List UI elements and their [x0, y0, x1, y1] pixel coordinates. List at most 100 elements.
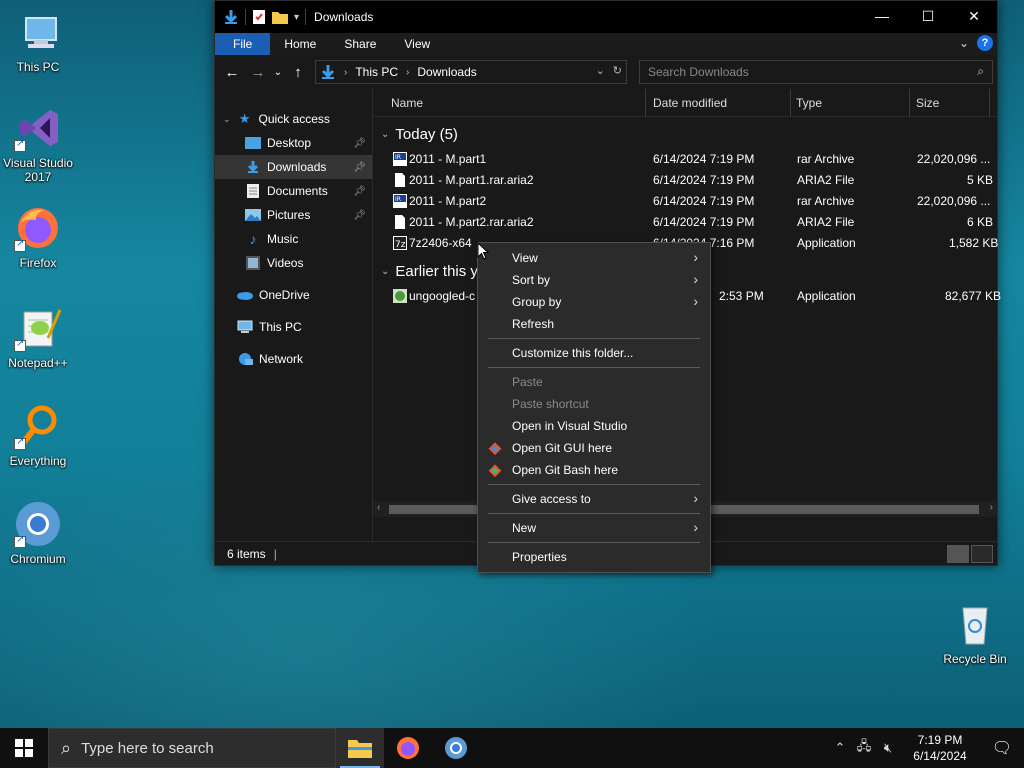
submenu-arrow-icon: ›: [693, 271, 698, 287]
taskbar-search-box[interactable]: ⌕ Type here to search: [48, 728, 336, 768]
search-icon: ⌕: [61, 737, 72, 758]
breadcrumb-downloads[interactable]: Downloads: [417, 65, 476, 79]
nav-desktop[interactable]: Desktop 📌︎: [215, 131, 372, 155]
scroll-right-arrow-icon[interactable]: ›: [990, 502, 993, 513]
file-date: 6/14/2024 7:19 PM: [653, 173, 755, 187]
minimize-button[interactable]: —: [859, 1, 905, 31]
file-size: 82,677 KB: [945, 289, 1002, 303]
nav-label: Quick access: [258, 112, 330, 126]
nav-music[interactable]: ♪ Music: [215, 227, 372, 251]
menu-item-properties[interactable]: Properties: [478, 546, 710, 568]
up-button[interactable]: ↑: [285, 64, 311, 81]
nav-pictures[interactable]: Pictures 📌︎: [215, 203, 372, 227]
nav-quick-access[interactable]: ⌄ ★ Quick access: [215, 107, 372, 131]
volume-muted-icon[interactable]: 🔇︎: [876, 740, 900, 756]
downloads-arrow-icon: [321, 65, 335, 79]
nav-documents[interactable]: Documents 📌︎: [215, 179, 372, 203]
quick-access-dropdown-icon[interactable]: ▾: [294, 12, 299, 23]
clock[interactable]: 7:19 PM 6/14/2024: [900, 732, 980, 764]
address-bar[interactable]: › This PC › Downloads ⌄ ↻: [315, 60, 627, 84]
ribbon-tabs: File Home Share View ⌄ ?: [215, 33, 997, 55]
file-row[interactable]: 2011 - M.part2.rar.aria2 6/14/2024 7:19 …: [389, 212, 999, 233]
column-type[interactable]: Type: [796, 96, 822, 110]
desktop-icon-label: Visual Studio 2017: [3, 156, 73, 184]
file-row[interactable]: 2011 - M.part1.rar.aria2 6/14/2024 7:19 …: [389, 170, 999, 191]
nav-onedrive[interactable]: OneDrive: [215, 283, 372, 307]
column-size[interactable]: Size: [916, 96, 939, 110]
column-date-modified[interactable]: Date modified: [653, 96, 727, 110]
search-box[interactable]: Search Downloads ⌕: [639, 60, 993, 84]
notepad-plus-plus-icon: [14, 304, 62, 352]
submenu-arrow-icon: ›: [693, 490, 698, 506]
menu-item-open-git-bash[interactable]: Open Git Bash here: [478, 459, 710, 481]
menu-item-group-by[interactable]: Group by ›: [478, 291, 710, 313]
menu-label: New: [512, 521, 537, 535]
desktop-icon-recycle-bin[interactable]: Recycle Bin: [937, 600, 1013, 666]
file-name: 2011 - M.part1.rar.aria2: [409, 173, 534, 187]
address-history-chevron-icon[interactable]: ⌄: [596, 64, 605, 77]
recent-locations-chevron-icon[interactable]: ⌄: [271, 67, 285, 78]
tab-share[interactable]: Share: [330, 33, 390, 55]
nav-label: Videos: [267, 256, 304, 270]
help-button[interactable]: ?: [977, 35, 993, 51]
menu-item-open-git-gui[interactable]: Open Git GUI here: [478, 437, 710, 459]
column-name[interactable]: Name: [391, 96, 423, 110]
forward-button[interactable]: →: [245, 64, 271, 81]
nav-videos[interactable]: Videos: [215, 251, 372, 275]
breadcrumb-this-pc[interactable]: This PC: [355, 65, 398, 79]
desktop-icon-this-pc[interactable]: This PC: [0, 8, 76, 74]
scroll-left-arrow-icon[interactable]: ‹: [377, 502, 380, 513]
expand-chevron-icon[interactable]: ⌄: [223, 114, 231, 125]
tab-file[interactable]: File: [215, 33, 271, 55]
back-button[interactable]: ←: [219, 64, 245, 81]
menu-separator: [488, 338, 700, 339]
details-view-button[interactable]: [947, 545, 969, 563]
nav-downloads[interactable]: Downloads 📌︎: [215, 155, 372, 179]
taskbar-file-explorer[interactable]: [336, 728, 384, 768]
collapse-chevron-icon[interactable]: ⌄: [381, 129, 389, 140]
tab-view[interactable]: View: [390, 33, 444, 55]
taskbar-chromium[interactable]: [432, 728, 480, 768]
menu-item-paste: Paste: [478, 371, 710, 393]
menu-item-new[interactable]: New ›: [478, 517, 710, 539]
network-status-icon[interactable]: 🖧︎: [852, 737, 876, 759]
desktop-icon-visual-studio[interactable]: Visual Studio 2017: [0, 104, 76, 184]
visual-studio-icon: [14, 104, 62, 152]
nav-this-pc[interactable]: This PC: [215, 315, 372, 339]
close-button[interactable]: ✕: [951, 1, 997, 31]
taskbar: ⌕ Type here to search ⌃ 🖧︎ 🔇︎ 7:19 PM 6/…: [0, 728, 1024, 768]
title-bar[interactable]: ▾ Downloads — ☐ ✕: [215, 1, 997, 33]
menu-item-view[interactable]: View ›: [478, 247, 710, 269]
menu-item-customize-folder[interactable]: Customize this folder...: [478, 342, 710, 364]
downloads-arrow-icon: [245, 159, 261, 175]
large-icons-view-button[interactable]: [971, 545, 993, 563]
file-name: 7z2406-x64: [409, 236, 472, 250]
refresh-icon[interactable]: ↻: [613, 64, 622, 77]
tab-home[interactable]: Home: [270, 33, 330, 55]
group-header-earlier-this-year[interactable]: ⌄ Earlier this ye: [373, 259, 486, 283]
group-header-today[interactable]: ⌄ Today (5): [373, 122, 458, 146]
desktop-icon-chromium[interactable]: Chromium: [0, 500, 76, 566]
menu-item-refresh[interactable]: Refresh: [478, 313, 710, 335]
menu-item-open-in-visual-studio[interactable]: Open in Visual Studio: [478, 415, 710, 437]
menu-item-sort-by[interactable]: Sort by ›: [478, 269, 710, 291]
properties-quick-icon[interactable]: [252, 9, 266, 25]
collapse-chevron-icon[interactable]: ⌄: [381, 266, 389, 277]
menu-separator: [488, 513, 700, 514]
file-row[interactable]: IR 2011 - M.part2 6/14/2024 7:19 PM rar …: [389, 191, 999, 212]
start-button[interactable]: [0, 728, 48, 768]
downloads-arrow-icon: [224, 10, 238, 24]
show-hidden-icons-chevron-icon[interactable]: ⌃: [828, 740, 852, 756]
desktop-icon-everything[interactable]: Everything: [0, 402, 76, 468]
maximize-button[interactable]: ☐: [905, 1, 951, 31]
desktop-icon-firefox[interactable]: Firefox: [0, 204, 76, 270]
expand-ribbon-chevron-icon[interactable]: ⌄: [959, 36, 969, 50]
nav-label: Downloads: [267, 160, 327, 174]
file-row[interactable]: IR 2011 - M.part1 6/14/2024 7:19 PM rar …: [389, 149, 999, 170]
notification-center-icon[interactable]: 🗨︎: [980, 738, 1024, 758]
menu-item-give-access-to[interactable]: Give access to ›: [478, 488, 710, 510]
taskbar-firefox[interactable]: [384, 728, 432, 768]
nav-network[interactable]: Network: [215, 347, 372, 371]
desktop-icon-notepad-plus-plus[interactable]: Notepad++: [0, 304, 76, 370]
new-folder-quick-icon[interactable]: [272, 10, 288, 24]
